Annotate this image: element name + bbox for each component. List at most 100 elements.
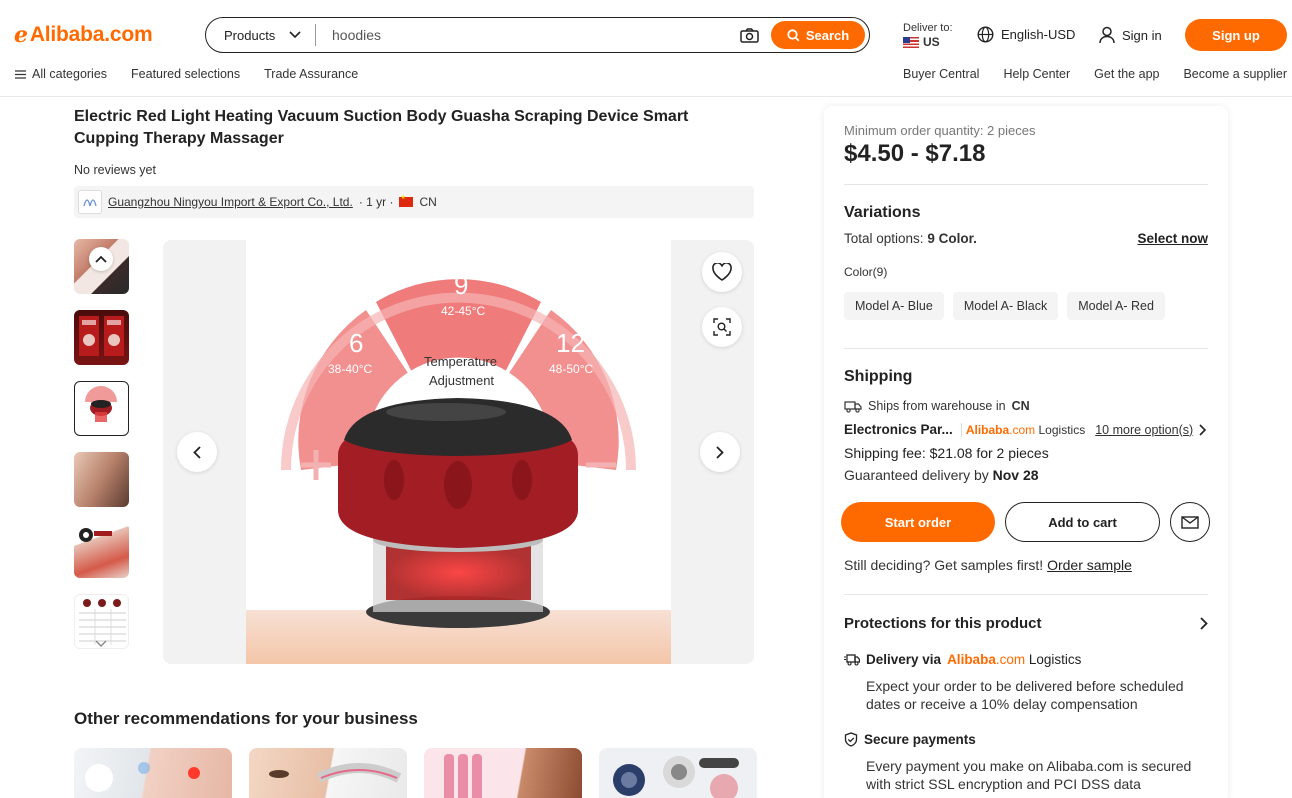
prev-image-button[interactable] (177, 432, 217, 472)
contact-supplier-button[interactable] (1170, 502, 1210, 542)
total-options: Total options: 9 Color. (844, 231, 977, 246)
logo-text: Alibaba.com (29, 23, 153, 46)
heart-icon (712, 263, 732, 281)
thumbnail[interactable] (74, 523, 129, 578)
chevron-right-icon[interactable] (1199, 423, 1207, 436)
product-title: Electric Red Light Heating Vacuum Suctio… (74, 108, 689, 147)
chevron-down-icon (95, 640, 107, 647)
image-caption-line2: Adjustment (429, 373, 494, 388)
guaranteed-delivery-label: Guaranteed delivery by (844, 467, 993, 483)
become-a-supplier-link[interactable]: Become a supplier (1183, 67, 1287, 81)
image-search-button[interactable] (702, 307, 742, 347)
temp-range-right: 48-50°C (549, 362, 593, 376)
truck-icon (844, 400, 862, 413)
purchase-panel: Minimum order quantity: 2 pieces $4.50 -… (824, 106, 1228, 798)
chevron-down-icon (289, 31, 301, 39)
subnav-right: Buyer Central Help Center Get the app Be… (903, 67, 1287, 81)
protections-header[interactable]: Protections for this product (844, 615, 1208, 632)
start-order-button[interactable]: Start order (841, 502, 995, 542)
color-option[interactable]: Model A- Black (952, 292, 1059, 320)
samples-text: Still deciding? Get samples first! (844, 557, 1048, 573)
featured-selections-link[interactable]: Featured selections (131, 67, 240, 81)
select-now-link[interactable]: Select now (1137, 231, 1208, 246)
more-options-link[interactable]: 10 more option(s) (1095, 423, 1193, 437)
subnav-left: All categories Featured selections Trade… (15, 67, 358, 81)
recommendation-card[interactable] (599, 748, 757, 798)
logistics-option[interactable]: Electronics Par... Alibaba.com Logistics… (844, 422, 1208, 437)
color-option[interactable]: Model A- Red (1067, 292, 1165, 320)
delivery-brand: Alibaba (947, 652, 996, 667)
recommendation-card[interactable] (74, 748, 232, 798)
delivery-logistics: Logistics (1025, 652, 1082, 667)
thumbnail-scroll-down-button[interactable] (92, 637, 110, 651)
sign-in-label: Sign in (1122, 27, 1162, 43)
temp-level-9: 9 (454, 270, 468, 300)
mail-icon (1181, 515, 1199, 529)
chevron-right-icon (716, 445, 724, 459)
menu-icon (15, 69, 26, 79)
color-option[interactable]: Model A- Blue (844, 292, 944, 320)
supplier-name-link[interactable]: Guangzhou Ningyou Import & Export Co., L… (108, 195, 353, 209)
temp-level-6: 6 (349, 328, 363, 358)
shipping-fee: Shipping fee: $21.08 for 2 pieces (844, 445, 1049, 461)
thumbnail[interactable] (74, 310, 129, 365)
language-selector[interactable]: English-USD (977, 26, 1075, 43)
variations-title: Variations (844, 204, 921, 221)
buyer-central-link[interactable]: Buyer Central (903, 67, 979, 81)
add-to-cart-button[interactable]: Add to cart (1005, 502, 1160, 542)
temp-level-12: 12 (556, 328, 585, 358)
all-categories-menu[interactable]: All categories (15, 67, 107, 81)
main-product-image: 6 38-40°C 9 42-45°C 12 48-50°C Temperatu… (163, 240, 754, 664)
alibaba-logo[interactable]: ℯ Alibaba.com (14, 22, 153, 48)
deliver-to[interactable]: Deliver to: US (903, 21, 953, 49)
favorite-button[interactable] (702, 252, 742, 292)
recommendations-list (74, 748, 757, 798)
temp-range-left: 38-40°C (328, 362, 372, 376)
thumbnail-selected[interactable] (74, 381, 129, 436)
thumbnail[interactable] (74, 452, 129, 507)
sign-up-button[interactable]: Sign up (1185, 19, 1287, 51)
divider (844, 184, 1208, 185)
ships-from-label: Ships from warehouse in (868, 399, 1006, 413)
trade-assurance-link[interactable]: Trade Assurance (264, 67, 358, 81)
total-options-value: 9 Color. (927, 231, 977, 246)
delivery-via-label: Delivery via (866, 652, 942, 667)
search-input[interactable] (332, 27, 737, 43)
thumbnail-scroll-up-button[interactable] (89, 247, 113, 271)
sign-in-link[interactable]: Sign in (1099, 26, 1162, 44)
search-category-dropdown[interactable]: Products (206, 24, 316, 46)
product-photo: 6 38-40°C 9 42-45°C 12 48-50°C Temperatu… (246, 240, 671, 664)
order-sample-link[interactable]: Order sample (1047, 557, 1132, 573)
samples-prompt: Still deciding? Get samples first! Order… (844, 557, 1132, 573)
chevron-left-icon (193, 445, 201, 459)
supplier-logo[interactable] (78, 190, 102, 214)
recommendation-card[interactable] (424, 748, 582, 798)
guaranteed-delivery-date: Nov 28 (992, 467, 1039, 483)
delivery-brand-suffix: .com (995, 652, 1026, 667)
badge-brand: Alibaba (965, 422, 1010, 437)
search-button[interactable]: Search (771, 21, 865, 49)
delivery-truck-icon (844, 654, 860, 666)
help-center-link[interactable]: Help Center (1003, 67, 1070, 81)
alibaba-logistics-badge: Alibaba.com Logistics (960, 422, 1085, 437)
search-bar: Products Search (205, 17, 870, 53)
user-icon (1099, 26, 1115, 44)
next-image-button[interactable] (700, 432, 740, 472)
secure-payments-description: Every payment you make on Alibaba.com is… (866, 758, 1192, 792)
alibaba-logo-icon: ℯ (14, 22, 28, 47)
delivery-protection: Delivery via Alibaba.com Logistics (844, 652, 1081, 667)
cn-flag-icon (399, 194, 414, 207)
camera-icon[interactable] (737, 25, 761, 45)
shipping-title: Shipping (844, 368, 913, 385)
deliver-to-country: US (923, 35, 940, 49)
search-category-label: Products (224, 27, 276, 43)
temp-range-mid: 42-45°C (441, 304, 485, 318)
all-categories-label: All categories (32, 67, 108, 81)
search-button-label: Search (805, 27, 850, 43)
ships-from-country: CN (1011, 399, 1030, 413)
recommendation-card[interactable] (249, 748, 407, 798)
badge-brand-suffix: .com (1009, 422, 1036, 437)
get-the-app-link[interactable]: Get the app (1094, 67, 1159, 81)
divider (844, 348, 1208, 349)
language-label: English-USD (1001, 27, 1076, 42)
